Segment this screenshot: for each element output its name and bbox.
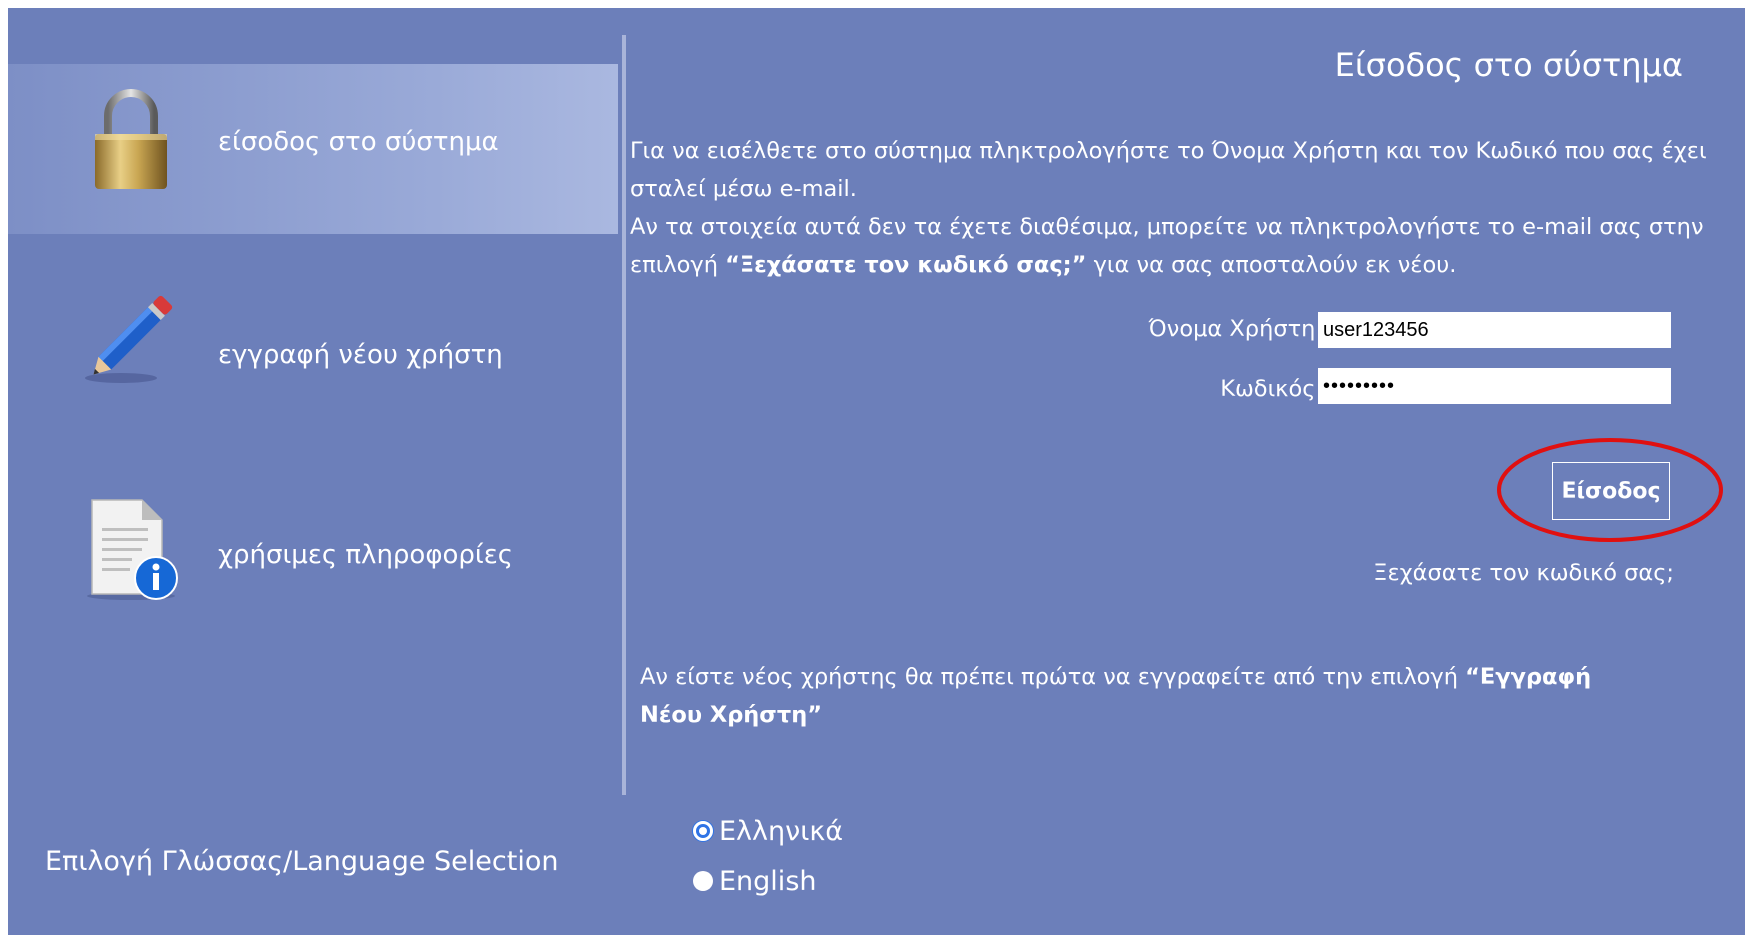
- vertical-divider: [622, 35, 626, 795]
- page-title: Είσοδος στο σύστημα: [1334, 46, 1683, 84]
- radio-unselected-icon[interactable]: [693, 871, 713, 891]
- password-label: Κωδικός:: [1220, 376, 1323, 402]
- sidebar-item-label: είσοδος στο σύστημα: [218, 127, 499, 157]
- forgot-password-link[interactable]: Ξεχάσατε τον κωδικό σας;: [1373, 560, 1674, 586]
- new-user-note: Αν είστε νέος χρήστης θα πρέπει πρώτα να…: [640, 658, 1640, 734]
- username-label: Όνομα Χρήστη:: [1148, 316, 1323, 342]
- sidebar-item-label: εγγραφή νέου χρήστη: [218, 340, 503, 370]
- pencil-icon: [85, 295, 173, 383]
- intro-paragraph-1: Για να εισέλθετε στο σύστημα πληκτρολογή…: [630, 138, 1707, 202]
- login-page: είσοδος στο σύστημα εγγραφή νέου χρήστη: [8, 8, 1745, 935]
- username-input[interactable]: [1318, 312, 1671, 348]
- login-button[interactable]: Είσοδος: [1552, 462, 1670, 520]
- sidebar-item-register[interactable]: εγγραφή νέου χρήστη: [8, 270, 618, 440]
- forgot-reference: “Ξεχάσατε τον κωδικό σας;”: [725, 252, 1087, 278]
- info-document-icon: [87, 499, 178, 600]
- note-text-part: Αν είστε νέος χρήστης θα πρέπει πρώτα να…: [640, 664, 1466, 690]
- language-option-english[interactable]: English: [693, 864, 817, 898]
- sidebar-item-label: χρήσιμες πληροφορίες: [218, 540, 514, 570]
- language-selection-title: Επιλογή Γλώσσας/Language Selection: [45, 846, 559, 877]
- intro-text-part: για να σας αποσταλούν εκ νέου.: [1086, 252, 1457, 278]
- padlock-icon: [95, 89, 167, 189]
- language-option-greek[interactable]: Ελληνικά: [693, 814, 843, 848]
- radio-selected-icon[interactable]: [693, 821, 713, 841]
- intro-paragraph-2: Αν τα στοιχεία αυτά δεν τα έχετε διαθέσι…: [630, 208, 1710, 284]
- password-input[interactable]: [1318, 368, 1671, 404]
- sidebar-item-login[interactable]: είσοδος στο σύστημα: [8, 64, 618, 234]
- language-option-label: Ελληνικά: [719, 815, 844, 847]
- language-option-label: English: [719, 865, 817, 897]
- intro-text: Για να εισέλθετε στο σύστημα πληκτρολογή…: [630, 132, 1710, 284]
- sidebar-item-info[interactable]: χρήσιμες πληροφορίες: [8, 470, 618, 640]
